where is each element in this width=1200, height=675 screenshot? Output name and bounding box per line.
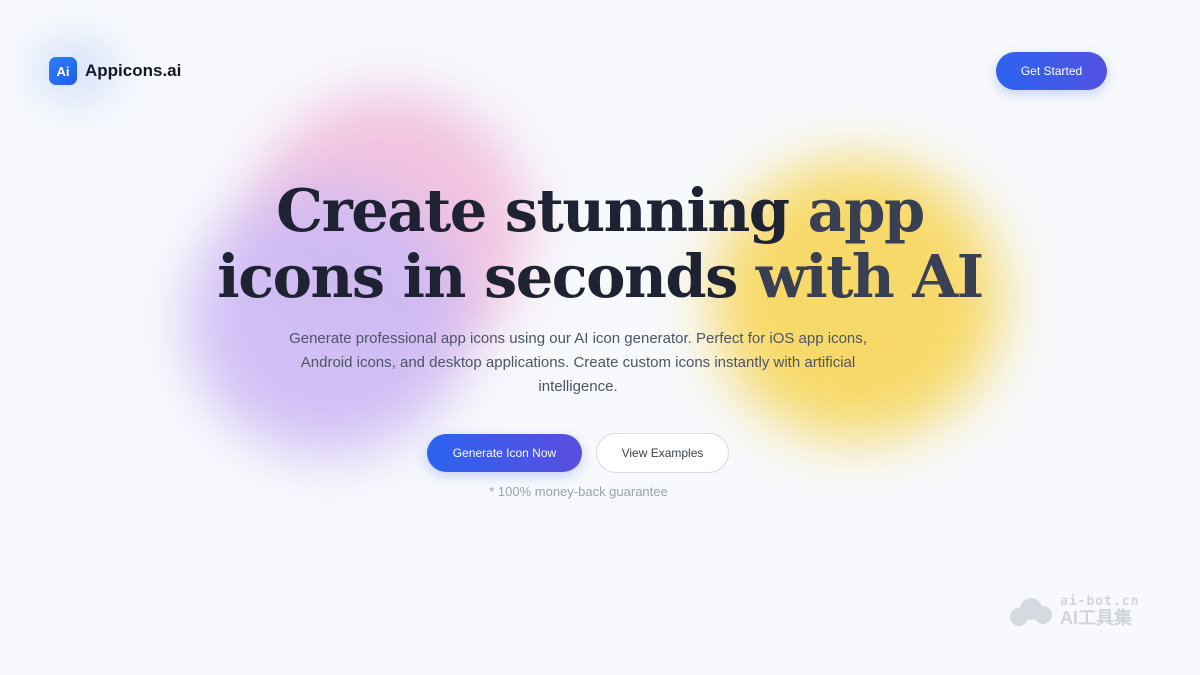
brand-logo-icon: Ai xyxy=(49,57,77,85)
view-examples-button[interactable]: View Examples xyxy=(596,433,729,473)
hero-subtitle: Generate professional app icons using ou… xyxy=(289,330,867,395)
money-back-guarantee-note: * 100% money-back guarantee xyxy=(489,484,668,499)
hero-actions: Generate Icon Now View Examples xyxy=(427,433,729,473)
hero-title-line1: Create stunning app xyxy=(276,176,925,245)
site-header: Ai Appicons.ai Get Started xyxy=(0,0,1200,140)
hero-title-line2: icons in seconds with AI xyxy=(217,242,984,311)
watermark: ai-bot.cn AI工具集 xyxy=(1008,594,1139,628)
brand-logo-link[interactable]: Ai Appicons.ai xyxy=(49,57,181,85)
generate-icon-button[interactable]: Generate Icon Now xyxy=(427,434,582,472)
hero-title: Create stunning app icons in seconds wit… xyxy=(100,178,1100,310)
get-started-button[interactable]: Get Started xyxy=(996,52,1107,90)
watermark-title: AI工具集 xyxy=(1060,608,1132,628)
watermark-cloud-icon xyxy=(1008,594,1054,626)
brand-name: Appicons.ai xyxy=(85,61,182,80)
